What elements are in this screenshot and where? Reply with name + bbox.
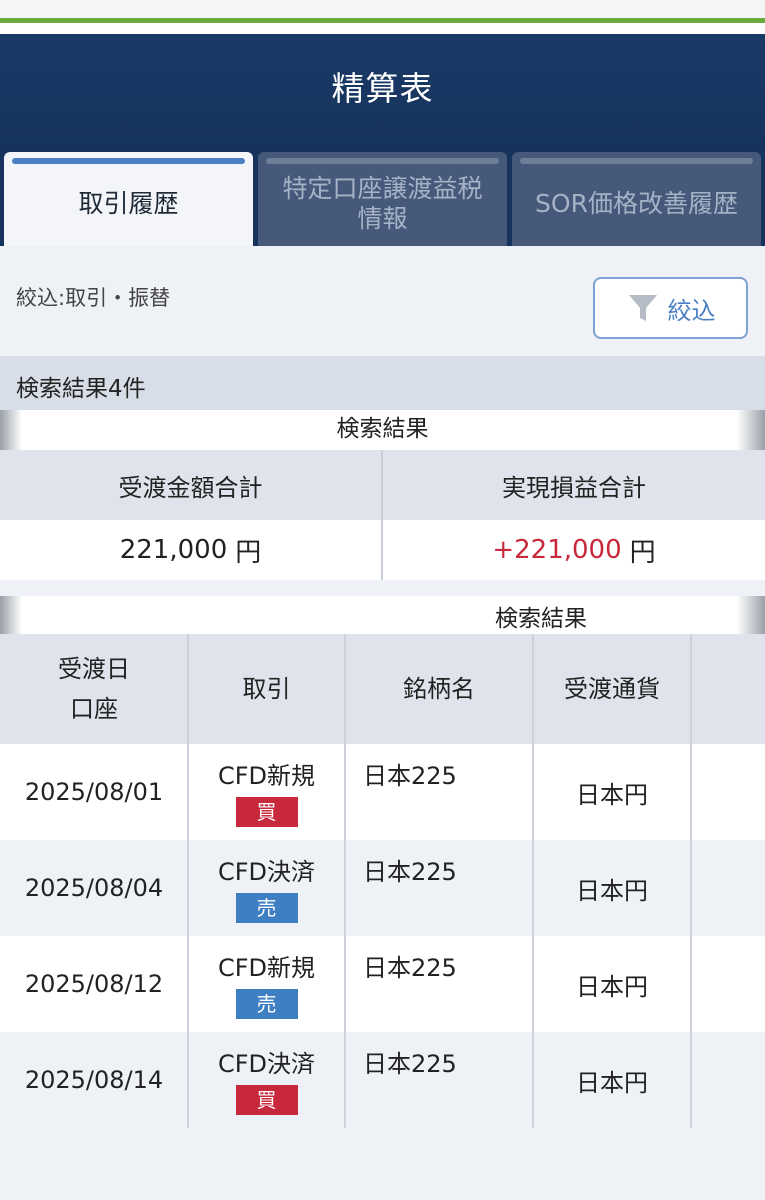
header-date-account: 受渡日 口座 (0, 634, 188, 744)
summary-caption: 検索結果 (0, 410, 765, 450)
table-header: 受渡日 口座 取引 銘柄名 受渡通貨 (0, 634, 765, 744)
column-line (690, 634, 692, 1128)
tab-bar: 取引履歴 特定口座譲渡益税情報 SOR価格改善履歴 (0, 146, 765, 246)
row-date: 2025/08/04 (24, 874, 164, 902)
header-trade: 取引 (242, 675, 291, 703)
column-line (187, 634, 189, 1128)
filter-button-label: 絞込 (667, 296, 716, 325)
summary-header-pnl-total: 実現損益合計 (383, 450, 765, 520)
row-name: 日本225 (363, 858, 457, 886)
tab-tax-info[interactable]: 特定口座譲渡益税情報 (258, 152, 507, 246)
row-name: 日本225 (363, 954, 457, 982)
row-trade: CFD新規 買 (188, 744, 345, 840)
trade-list[interactable]: 検索結果 受渡日 口座 取引 銘柄名 受渡通貨 2025/08/01 CFD新規… (0, 596, 765, 1128)
table-row[interactable]: 2025/08/14 CFD決済 買 日本225 日本円 (0, 1032, 765, 1128)
buy-badge: 買 (235, 797, 298, 827)
tab-label: 取引履歴 (78, 189, 179, 218)
currency-unit: 円 (629, 537, 656, 568)
scroll-shadow-left (0, 410, 22, 450)
tab-label: SOR価格改善履歴 (535, 189, 738, 218)
row-currency: 日本円 (576, 780, 648, 809)
row-currency: 日本円 (576, 1068, 648, 1097)
header-currency: 受渡通貨 (564, 675, 660, 703)
row-currency: 日本円 (576, 972, 648, 1001)
spacer (0, 23, 765, 34)
row-trade-type: CFD決済 (217, 858, 316, 886)
filter-condition: 絞込:取引・振替 (16, 286, 171, 310)
scroll-shadow-right (737, 596, 765, 634)
page-title: 精算表 (331, 69, 434, 108)
funnel-icon (628, 295, 657, 321)
scroll-shadow-right (737, 410, 765, 450)
column-divider (381, 450, 383, 580)
row-trade-type: CFD新規 (217, 954, 316, 982)
status-strip (0, 0, 765, 18)
result-count-bar: 検索結果4件 (0, 356, 765, 410)
row-name: 日本225 (363, 762, 457, 790)
tab-sor-history[interactable]: SOR価格改善履歴 (512, 152, 761, 246)
header-name: 銘柄名 (403, 675, 475, 703)
tab-indicator (266, 158, 499, 164)
summary-value-delivery-total: 221,000 円 (0, 520, 381, 580)
pnl-total-amount: +221,000 (492, 535, 622, 565)
tab-label: 特定口座譲渡益税情報 (282, 174, 483, 233)
tab-indicator (12, 158, 245, 164)
page-header: 精算表 (0, 34, 765, 146)
row-currency: 日本円 (576, 876, 648, 905)
row-date: 2025/08/14 (24, 1066, 164, 1094)
row-trade-type: CFD新規 (217, 762, 316, 790)
sell-badge: 売 (235, 989, 298, 1019)
row-trade-type: CFD決済 (217, 1050, 316, 1078)
row-trade: CFD決済 買 (188, 1032, 345, 1128)
delivery-total-amount: 221,000 (119, 535, 228, 565)
list-caption: 検索結果 (0, 596, 765, 634)
row-trade: CFD決済 売 (188, 840, 345, 936)
summary-header-delivery-total: 受渡金額合計 (0, 450, 381, 520)
summary-table: 検索結果 受渡金額合計 実現損益合計 221,000 円 +221,000 円 (0, 410, 765, 580)
sell-badge: 売 (235, 893, 298, 923)
list-caption-text: 検索結果 (495, 606, 587, 632)
table-row[interactable]: 2025/08/12 CFD新規 売 日本225 日本円 (0, 936, 765, 1032)
tab-trade-history[interactable]: 取引履歴 (4, 152, 253, 246)
row-date: 2025/08/01 (24, 778, 164, 806)
row-trade: CFD新規 売 (188, 936, 345, 1032)
row-date: 2025/08/12 (24, 970, 164, 998)
tab-indicator (520, 158, 753, 164)
result-count: 検索結果4件 (16, 376, 146, 402)
header-date: 受渡日 (58, 655, 130, 683)
scroll-shadow-left (0, 596, 22, 634)
column-line (344, 634, 346, 1128)
buy-badge: 買 (235, 1085, 298, 1115)
row-name: 日本225 (363, 1050, 457, 1078)
column-line (532, 634, 534, 1128)
table-row[interactable]: 2025/08/04 CFD決済 売 日本225 日本円 (0, 840, 765, 936)
filter-button[interactable]: 絞込 (593, 277, 748, 339)
header-account: 口座 (70, 695, 118, 723)
currency-unit: 円 (235, 537, 262, 568)
summary-value-pnl-total: +221,000 円 (383, 520, 765, 580)
table-row[interactable]: 2025/08/01 CFD新規 買 日本225 日本円 (0, 744, 765, 840)
filter-row: 絞込:取引・振替 絞込 (0, 246, 765, 356)
